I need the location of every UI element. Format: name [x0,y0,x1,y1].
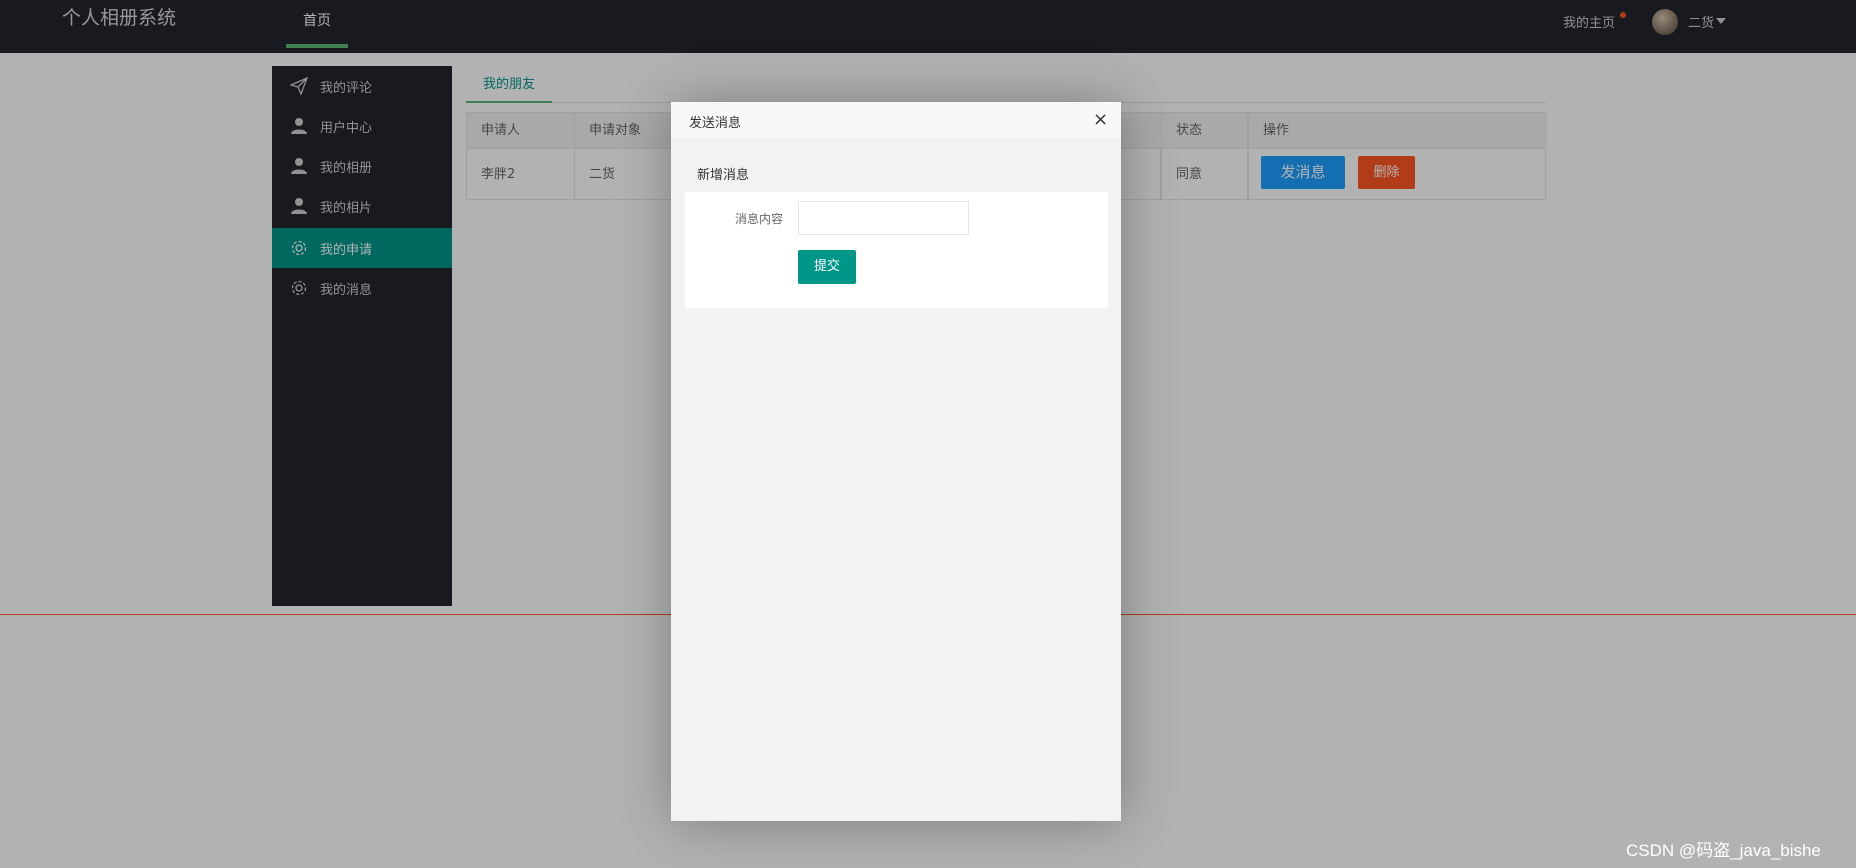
message-form: 消息内容 提交 [685,192,1108,308]
send-message-dialog: 发送消息 × 新增消息 消息内容 提交 [671,102,1121,821]
message-content-input[interactable] [798,201,969,235]
dialog-header: 发送消息 × [671,102,1121,140]
section-title: 新增消息 [697,168,750,183]
dialog-title: 发送消息 [689,116,742,131]
close-icon[interactable]: × [1093,111,1108,129]
message-content-label: 消息内容 [734,212,783,226]
submit-button[interactable]: 提交 [798,250,856,284]
watermark: CSDN @码盗_java_bishe [1626,841,1821,860]
